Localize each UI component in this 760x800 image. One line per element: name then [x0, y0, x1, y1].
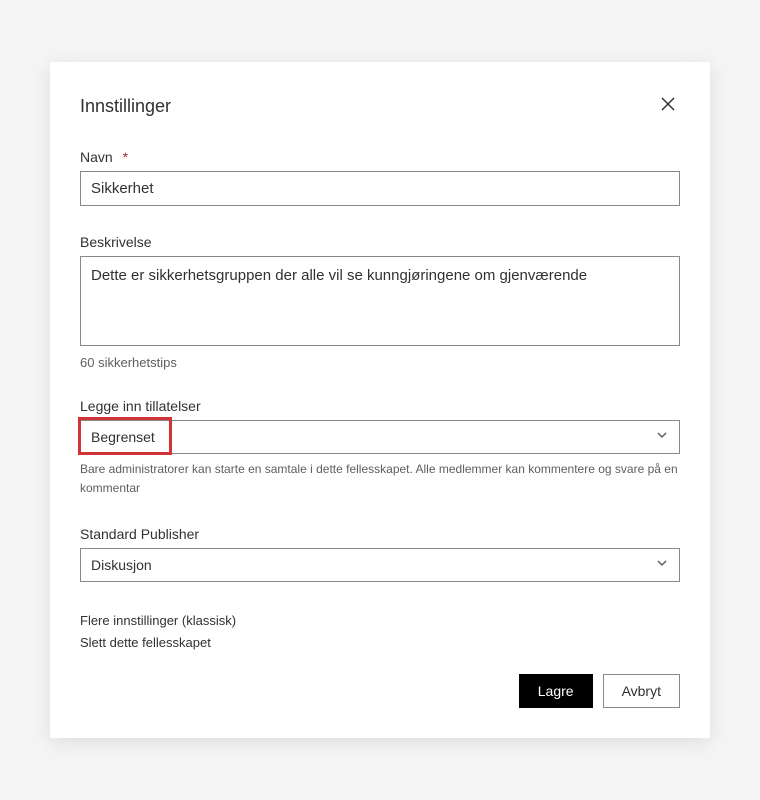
char-count: 60 sikkerhetstips [80, 355, 680, 370]
button-row: Lagre Avbryt [80, 674, 680, 708]
name-label-text: Navn [80, 149, 113, 165]
dialog-title: Innstillinger [80, 96, 171, 117]
cancel-button[interactable]: Avbryt [603, 674, 680, 708]
permissions-help-text: Bare administratorer kan starte en samta… [80, 460, 680, 498]
close-icon [660, 96, 676, 117]
settings-dialog: Innstillinger Navn * Beskrivelse 60 sikk… [50, 62, 710, 739]
publisher-select[interactable]: Diskusjon [80, 548, 680, 582]
name-input[interactable] [80, 171, 680, 206]
char-count-suffix: sikkerhetstips [98, 355, 177, 370]
close-button[interactable] [656, 92, 680, 121]
link-list: Flere innstillinger (klassisk) Slett det… [80, 610, 680, 654]
save-button[interactable]: Lagre [519, 674, 593, 708]
publisher-field-group: Standard Publisher Diskusjon [80, 526, 680, 582]
more-settings-link[interactable]: Flere innstillinger (klassisk) [80, 610, 680, 632]
permissions-label: Legge inn tillatelser [80, 398, 680, 414]
description-textarea[interactable] [80, 256, 680, 346]
permissions-select-wrapper: Begrenset [80, 420, 680, 454]
char-count-number: 60 [80, 355, 94, 370]
permissions-select[interactable]: Begrenset [80, 420, 680, 454]
description-field-group: Beskrivelse 60 sikkerhetstips [80, 234, 680, 370]
permissions-field-group: Legge inn tillatelser Begrenset Bare adm… [80, 398, 680, 498]
name-field-group: Navn * [80, 149, 680, 206]
dialog-header: Innstillinger [80, 92, 680, 121]
publisher-select-wrapper: Diskusjon [80, 548, 680, 582]
required-asterisk: * [123, 149, 128, 165]
publisher-selected-value: Diskusjon [91, 557, 152, 573]
description-label: Beskrivelse [80, 234, 680, 250]
publisher-label: Standard Publisher [80, 526, 680, 542]
name-label: Navn * [80, 149, 680, 165]
permissions-selected-value: Begrenset [91, 429, 155, 445]
delete-community-link[interactable]: Slett dette fellesskapet [80, 632, 680, 654]
